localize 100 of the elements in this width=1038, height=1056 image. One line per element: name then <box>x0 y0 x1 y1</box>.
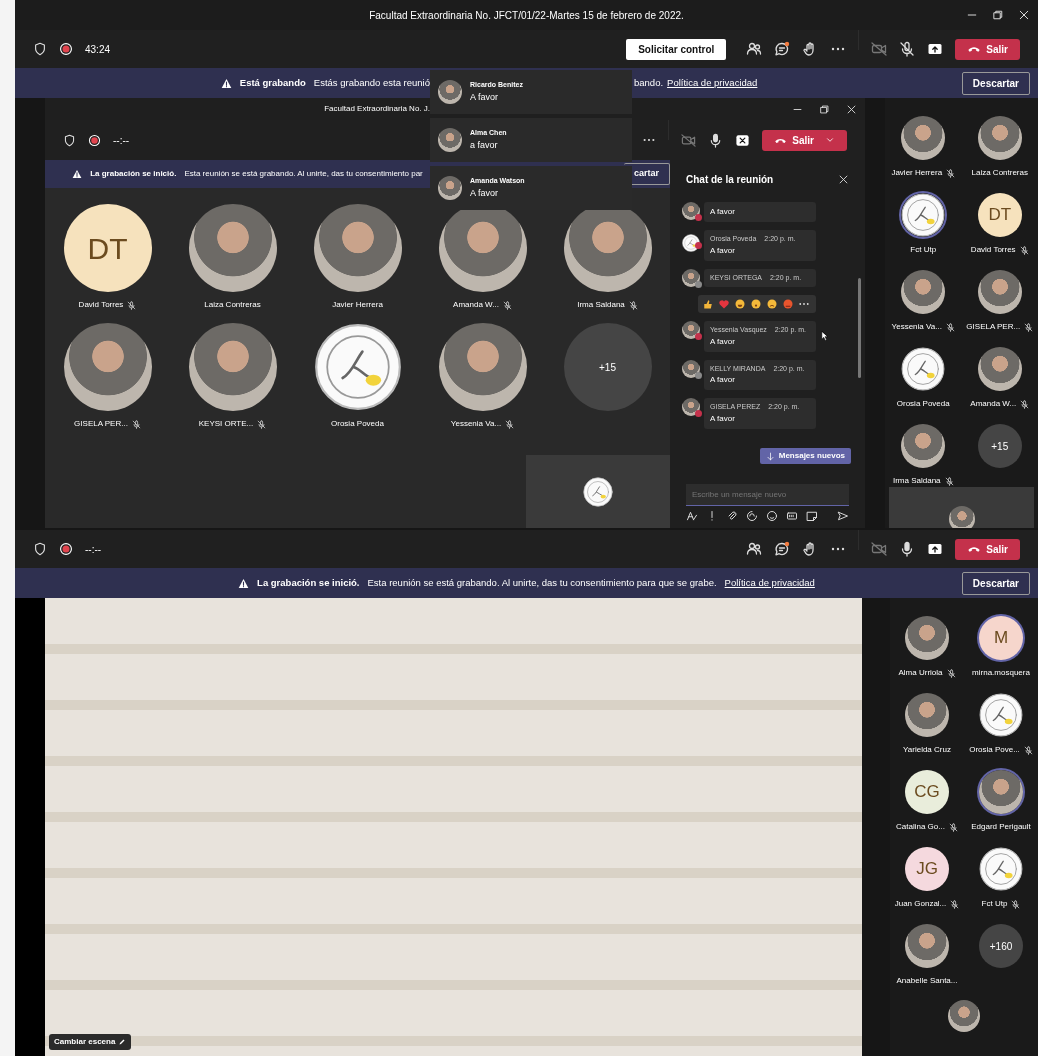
banner-title: Está grabando <box>239 75 306 90</box>
send-icon[interactable] <box>837 510 849 522</box>
recording-icon <box>88 133 101 147</box>
laughing-face-icon[interactable] <box>734 298 746 310</box>
avatar-photo <box>438 128 462 152</box>
initials-avatar: DT <box>977 193 1022 237</box>
participant-name: Irma Saldana <box>577 299 625 311</box>
participant-name: Yessenia Va... <box>891 321 942 333</box>
arrow-down-icon <box>765 451 775 461</box>
window-title: Facultad Extraordinaria No. J. <box>324 103 430 115</box>
logo-avatar <box>682 233 700 252</box>
close-box-icon[interactable] <box>735 132 751 148</box>
participant-name: GISELA PER... <box>966 321 1021 333</box>
camera-off-icon[interactable] <box>871 41 888 57</box>
share-screen-icon[interactable] <box>927 41 944 57</box>
avatar-photo <box>905 693 949 737</box>
mic-off-icon[interactable] <box>899 41 916 57</box>
avatar-photo <box>901 270 946 314</box>
share-screen-icon[interactable] <box>927 541 944 557</box>
chat-icon[interactable] <box>774 41 791 57</box>
participant-name: Amanda W... <box>970 398 1017 410</box>
sticker-icon[interactable] <box>806 510 818 522</box>
banner-text: bando. <box>634 75 664 90</box>
message-text: A favor <box>710 206 736 218</box>
leave-button[interactable]: Salir <box>955 38 1020 60</box>
warning-icon <box>238 577 250 589</box>
gif-icon[interactable] <box>786 510 798 522</box>
dismiss-button[interactable]: Descartar <box>961 71 1030 95</box>
logo-avatar <box>979 847 1023 891</box>
close-icon[interactable] <box>1018 9 1030 21</box>
meeting-timer: 43:24 <box>85 42 111 57</box>
angry-face-icon[interactable] <box>782 298 794 310</box>
change-scene-button[interactable]: Cambiar escena <box>49 1034 132 1050</box>
scrollbar[interactable] <box>858 278 861 378</box>
attach-icon[interactable] <box>726 510 738 522</box>
avatar-photo <box>977 116 1022 160</box>
restore-icon[interactable] <box>992 9 1004 21</box>
banner-text: Esta reunión se está grabando. Al unirte, das tu consentimiento para que se grabe. <box>367 575 717 590</box>
participant-name: Alma Urriola <box>898 667 943 679</box>
restore-icon[interactable] <box>819 103 830 115</box>
cursor-icon <box>820 331 830 341</box>
camera-off-icon[interactable] <box>681 132 697 148</box>
caret-icon[interactable] <box>825 135 835 145</box>
more-participants-button[interactable]: +15 <box>563 323 652 411</box>
participant-name: Irma Saldana <box>892 475 941 487</box>
leave-button[interactable]: Salir <box>762 129 847 151</box>
participant-name: Laiza Contreras <box>204 299 261 311</box>
emoji-icon[interactable] <box>766 510 778 522</box>
more-participants-button[interactable]: +15 <box>977 424 1022 468</box>
shield-icon <box>33 542 47 556</box>
logo-avatar <box>979 693 1023 737</box>
chat-title: Chat de la reunión <box>686 172 774 187</box>
banner-title: La grabación se inició. <box>90 168 177 180</box>
avatar-photo <box>682 398 700 416</box>
heart-icon[interactable] <box>718 298 730 310</box>
initials-avatar: DT <box>63 204 152 292</box>
banner-text: Esta reunión se está grabando. Al unirte, das tu consentimiento par <box>184 168 423 180</box>
avatar-photo <box>901 424 946 468</box>
notification-text: a favor <box>470 138 499 152</box>
participant-name: Anabelle Santa... <box>896 975 958 987</box>
dismiss-button[interactable]: Descartar <box>961 571 1030 595</box>
like-icon[interactable] <box>702 298 714 310</box>
participant-name: Amanda W... <box>453 299 499 311</box>
chat-icon[interactable] <box>774 541 791 557</box>
sad-face-icon[interactable] <box>766 298 778 310</box>
close-icon[interactable] <box>846 103 857 115</box>
avatar-photo <box>682 321 700 339</box>
banner-title: La grabación se inició. <box>257 575 360 590</box>
participant-name: David Torres <box>78 299 124 311</box>
participant-name: Laiza Contreras <box>971 167 1028 179</box>
people-icon[interactable] <box>746 41 763 57</box>
logo-avatar <box>583 476 613 507</box>
participant-name: Edgard Perigault <box>971 821 1031 833</box>
banner-text: Estás grabando esta reunió <box>313 75 430 90</box>
avatar-photo <box>901 116 946 160</box>
new-messages-button[interactable]: Mensajes nuevos <box>759 448 851 464</box>
people-icon[interactable] <box>746 541 763 557</box>
surprised-face-icon[interactable] <box>750 298 762 310</box>
participant-name: David Torres <box>970 244 1016 256</box>
meeting-timer: --:-- <box>85 542 102 557</box>
privacy-link[interactable]: Política de privacidad <box>724 575 815 591</box>
privacy-link[interactable]: Política de privacidad <box>667 75 758 91</box>
participant-name: mirna.mosquera <box>972 667 1030 679</box>
leave-button[interactable]: Salir <box>955 538 1020 560</box>
avatar-photo <box>905 924 949 968</box>
close-icon[interactable] <box>838 173 849 185</box>
format-icon[interactable] <box>686 510 698 522</box>
message-text: A favor <box>710 412 736 425</box>
avatar-photo <box>438 80 462 104</box>
notification-text: A favor <box>470 90 499 104</box>
avatar-photo <box>977 270 1022 314</box>
warning-icon <box>72 169 83 179</box>
recording-icon <box>59 42 73 56</box>
participant-name: Javier Herrera <box>891 167 943 179</box>
message-text: A favor <box>710 244 736 257</box>
loop-icon[interactable] <box>746 510 758 522</box>
more-participants-button[interactable]: +160 <box>979 924 1023 968</box>
request-control-button[interactable]: Solicitar control <box>626 38 727 60</box>
camera-off-icon[interactable] <box>871 541 888 557</box>
participant-name: Fct Utp <box>910 244 937 256</box>
